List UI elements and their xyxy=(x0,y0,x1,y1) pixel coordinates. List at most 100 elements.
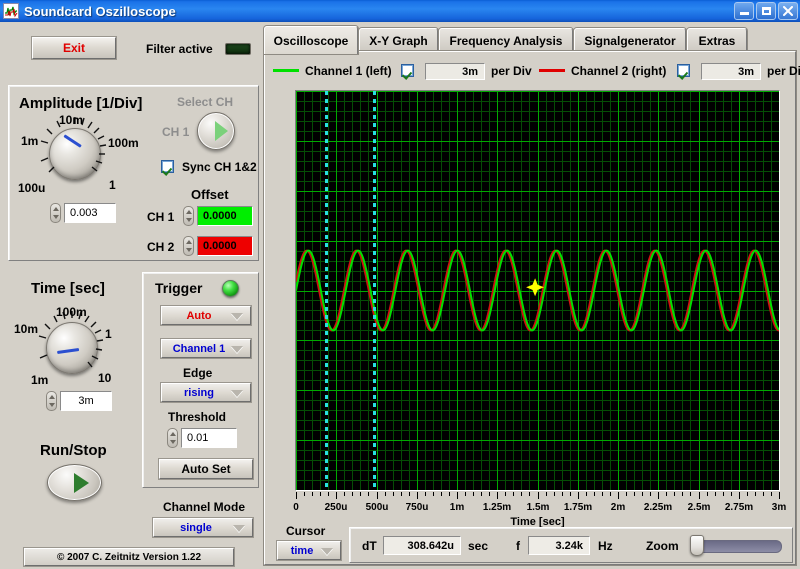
amplitude-knob-label-1m: 1m xyxy=(21,134,38,148)
channel-mode-label: Channel Mode xyxy=(163,500,245,514)
tab-frequency-analysis[interactable]: Frequency Analysis xyxy=(439,28,573,52)
close-button[interactable] xyxy=(778,2,798,20)
channel-2-checkbox[interactable] xyxy=(677,64,690,77)
cursor-readout-panel: dT 308.642u sec f 3.24k Hz Zoom xyxy=(349,527,793,563)
sync-ch-checkbox[interactable] xyxy=(161,160,174,173)
channel-2-per-div-field[interactable]: 3m xyxy=(701,63,761,80)
x-axis-tick xyxy=(763,492,764,496)
tab-extras[interactable]: Extras xyxy=(687,28,747,52)
x-axis-tick xyxy=(401,492,402,496)
x-axis-tick xyxy=(690,492,691,496)
x-axis-tick xyxy=(304,492,305,496)
x-axis-tick xyxy=(674,492,675,496)
offset-ch2-field[interactable]: 0.0000 xyxy=(197,236,253,256)
trigger-title: Trigger xyxy=(155,280,202,296)
amplitude-value-field[interactable]: 0.003 xyxy=(64,203,116,223)
f-value-field[interactable]: 3.24k xyxy=(528,536,590,555)
x-axis-tick-label: 1.25m xyxy=(483,502,511,513)
trigger-threshold-field[interactable]: 0.01 xyxy=(181,428,237,448)
close-icon xyxy=(783,6,793,16)
channel-1-checkbox[interactable] xyxy=(401,64,414,77)
time-knob-label-10: 10 xyxy=(98,371,111,385)
x-axis-tick-label: 2.75m xyxy=(725,502,753,513)
channel-2-per-div-label: per Div xyxy=(767,64,800,78)
amplitude-panel: Amplitude [1/Div] xyxy=(8,85,259,261)
time-title: Time [sec] xyxy=(31,280,105,297)
window-titlebar[interactable]: Soundcard Oszilloscope xyxy=(0,0,800,22)
maximize-button[interactable] xyxy=(756,2,776,20)
trigger-threshold-spinner[interactable] xyxy=(167,428,178,448)
offset-ch1-spinner[interactable] xyxy=(183,206,194,226)
trigger-source-value: Channel 1 xyxy=(173,343,226,355)
x-axis-tick xyxy=(457,492,458,499)
chevron-down-icon xyxy=(233,525,245,532)
offset-ch2-spinner[interactable] xyxy=(183,236,194,256)
x-axis-tick xyxy=(626,492,627,496)
minimize-button[interactable] xyxy=(734,2,754,20)
trigger-threshold-label: Threshold xyxy=(168,410,226,424)
oscilloscope-tab-page: Channel 1 (left) 3m per Div Channel 2 (r… xyxy=(264,51,796,565)
tab-xy-graph[interactable]: X-Y Graph xyxy=(359,28,438,52)
x-axis-tick xyxy=(699,492,700,499)
x-axis-tick xyxy=(529,492,530,496)
trigger-edge-combo[interactable]: rising xyxy=(161,383,251,402)
x-axis-tick xyxy=(578,492,579,499)
x-axis-tick xyxy=(296,492,297,499)
filter-active-led[interactable] xyxy=(225,43,251,55)
cursor-mode-combo[interactable]: time xyxy=(277,541,341,560)
x-axis-tick xyxy=(642,492,643,496)
amplitude-spinner[interactable] xyxy=(50,203,61,223)
x-axis-tick xyxy=(546,492,547,496)
x-axis-tick-label: 2m xyxy=(611,502,625,513)
tabstrip: Oscilloscope X-Y Graph Frequency Analysi… xyxy=(264,28,796,52)
time-value-field[interactable]: 3m xyxy=(60,391,112,411)
x-axis-tick xyxy=(312,492,313,496)
run-stop-button[interactable] xyxy=(47,464,102,501)
chevron-down-icon xyxy=(321,548,333,555)
x-axis-tick xyxy=(570,492,571,496)
x-axis-tick-label: 1.5m xyxy=(527,502,550,513)
exit-button[interactable]: Exit xyxy=(32,37,116,59)
chevron-down-icon xyxy=(231,390,243,397)
x-axis-tick-label: 0 xyxy=(293,502,299,513)
zoom-slider-thumb[interactable] xyxy=(690,535,704,556)
x-axis-tick xyxy=(634,492,635,496)
x-axis-tick xyxy=(393,492,394,496)
trigger-mode-combo[interactable]: Auto xyxy=(161,306,251,325)
maximize-icon xyxy=(762,7,771,15)
x-axis-tick xyxy=(562,492,563,496)
select-ch-label: Select CH xyxy=(177,95,233,109)
x-axis-tick xyxy=(755,492,756,496)
channel-mode-combo[interactable]: single xyxy=(153,518,253,537)
dt-unit-label: sec xyxy=(468,539,488,553)
x-axis-tick xyxy=(731,492,732,496)
x-axis-tick xyxy=(441,492,442,496)
tab-oscilloscope[interactable]: Oscilloscope xyxy=(264,26,358,54)
filter-active-label: Filter active xyxy=(146,42,213,56)
channel-1-label: Channel 1 (left) xyxy=(305,64,392,78)
channel-1-per-div-field[interactable]: 3m xyxy=(425,63,485,80)
channel-mode-value: single xyxy=(180,522,212,534)
graph-canvas[interactable] xyxy=(296,91,779,490)
x-axis-tick xyxy=(682,492,683,496)
tab-signalgenerator[interactable]: Signalgenerator xyxy=(574,28,686,52)
x-axis-tick xyxy=(723,492,724,496)
time-knob-label-1: 1 xyxy=(105,327,112,341)
trigger-led xyxy=(222,280,239,297)
amplitude-knob-label-100u: 100u xyxy=(18,181,45,195)
channel-1-per-div-label: per Div xyxy=(491,64,532,78)
x-axis-tick-label: 750u xyxy=(406,502,429,513)
time-knob-label-1m: 1m xyxy=(31,373,48,387)
offset-ch1-field[interactable]: 0.0000 xyxy=(197,206,253,226)
trigger-source-combo[interactable]: Channel 1 xyxy=(161,339,251,358)
select-ch-button[interactable] xyxy=(197,112,235,150)
dt-value-field[interactable]: 308.642u xyxy=(383,536,461,555)
x-axis-tick xyxy=(538,492,539,499)
auto-set-button[interactable]: Auto Set xyxy=(159,459,253,479)
select-ch-value: CH 1 xyxy=(162,125,189,139)
time-spinner[interactable] xyxy=(46,391,57,411)
time-knob-label-10m: 10m xyxy=(14,322,38,336)
amplitude-knob-label-100m: 100m xyxy=(108,136,139,150)
oscilloscope-graph[interactable] xyxy=(295,90,780,491)
x-axis-tick xyxy=(385,492,386,496)
